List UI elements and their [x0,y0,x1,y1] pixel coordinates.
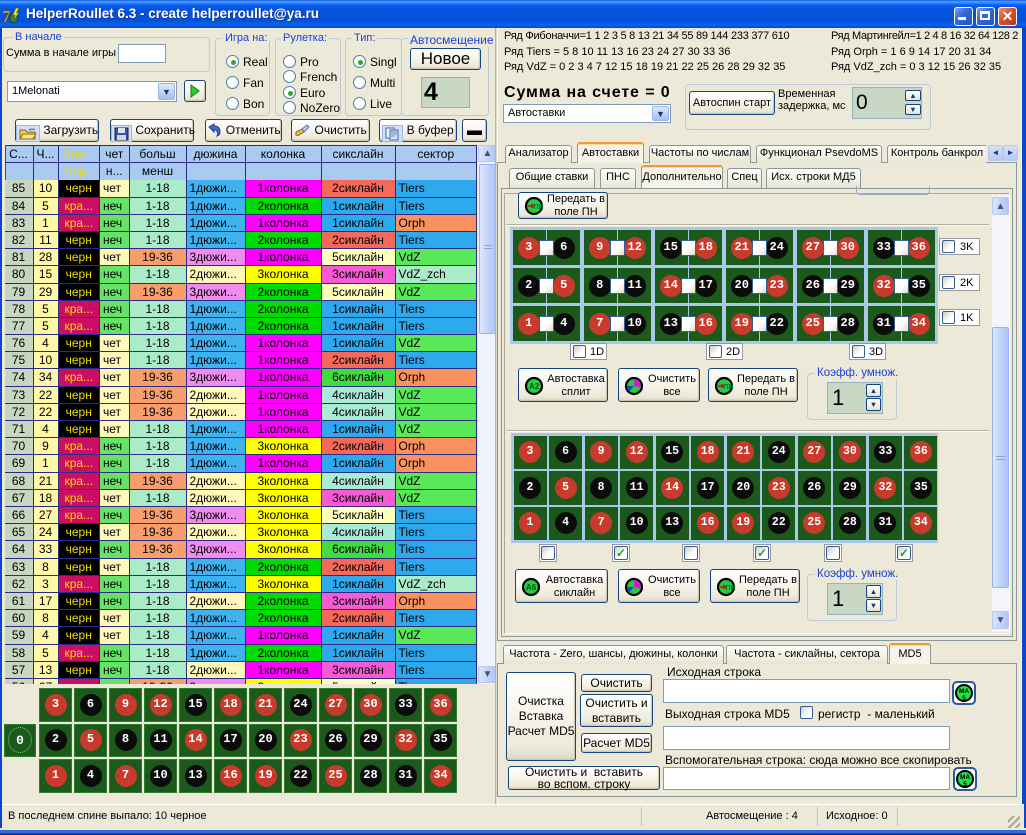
svg-text:ПН: ПН [726,585,736,592]
svg-text:A2: A2 [529,382,540,391]
svg-text:ПН: ПН [534,204,544,211]
svg-text:7: 7 [3,7,11,24]
svg-text:A6: A6 [526,583,537,592]
svg-text:ПН: ПН [724,384,734,391]
